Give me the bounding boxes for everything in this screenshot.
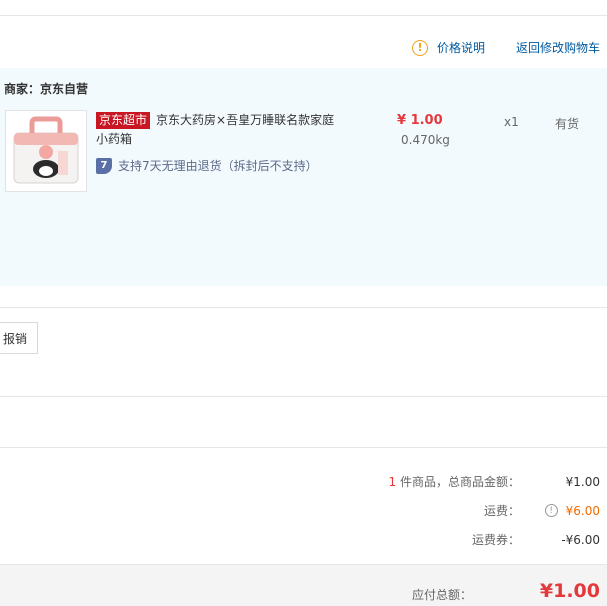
invoice-button-label: 报销 [2, 331, 27, 346]
price-note-link[interactable]: ! 价格说明 [412, 39, 485, 56]
jd-supermarket-tag: 京东超市 [96, 112, 151, 129]
return-policy: 7 支持7天无理由退货（拆封后不支持） [96, 157, 318, 174]
return-policy-text: 支持7天无理由退货（拆封后不支持） [118, 159, 318, 173]
payable-value: ¥1.00 [539, 580, 600, 602]
shipping-amount: ¥6.00 [565, 503, 600, 518]
product-thumbnail[interactable] [5, 110, 87, 192]
info-icon: ! [412, 39, 428, 56]
product-price: ¥ 1.00 [397, 113, 443, 128]
product-title[interactable]: 京东超市 京东大药房×吾皇万睡联名款家庭小药箱 [96, 111, 346, 149]
stock-status: 有货 [555, 117, 580, 131]
shipping-info-icon[interactable]: ! [544, 504, 558, 517]
section-divider [0, 396, 607, 397]
coupon-row: 运费券： -¥6.00 [320, 531, 600, 548]
goods-total-row: 1 件商品，总商品金额： ¥1.00 [320, 473, 600, 490]
coupon-value: -¥6.00 [561, 532, 600, 547]
invoice-reimburse-button[interactable]: 报销 [0, 322, 38, 354]
shipping-row: 运费： ! ¥6.00 [320, 502, 600, 519]
count-label: 件商品，总商品金额： [396, 475, 520, 489]
product-weight: 0.470kg [401, 133, 450, 147]
merchant-label: 商家：京东自营 [4, 82, 89, 96]
section-divider [0, 447, 607, 448]
goods-total-value: ¥1.00 [565, 474, 600, 489]
top-divider [0, 15, 607, 16]
payable-total-bar: 应付总额： ¥1.00 [0, 564, 607, 606]
medicine-box-image [13, 116, 79, 184]
goods-total-label: 1 件商品，总商品金额： [320, 473, 520, 490]
coupon-label: 运费券： [471, 533, 520, 547]
shipping-label: 运费： [483, 504, 520, 518]
product-quantity: x1 [504, 115, 519, 129]
shipping-value: ! ¥6.00 [520, 504, 600, 518]
section-divider [0, 307, 607, 308]
order-panel: 商家：京东自营 京东超市 京东大药房×吾皇万睡联名款家庭小药箱 7 支持7天无理由… [0, 68, 607, 286]
payable-label: 应付总额： [411, 588, 472, 602]
seven-day-return-icon: 7 [96, 157, 112, 174]
price-note-label: 价格说明 [437, 41, 486, 55]
back-to-cart-link[interactable]: 返回修改购物车 [516, 39, 600, 56]
